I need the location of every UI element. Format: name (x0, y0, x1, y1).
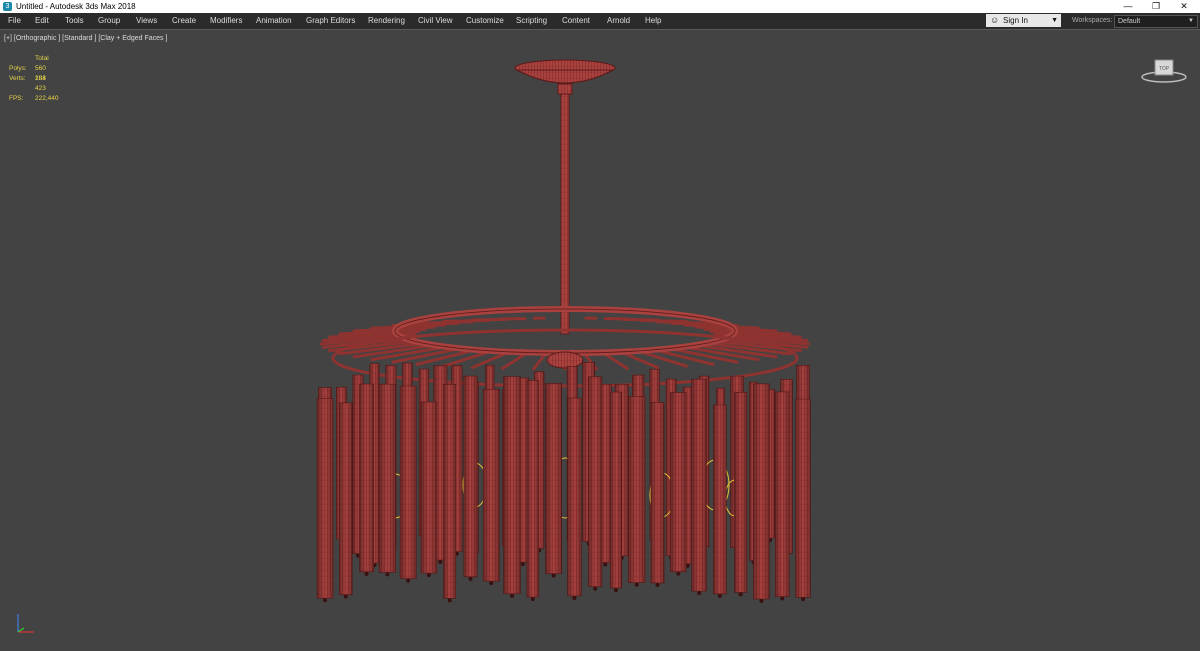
menu-civil-view[interactable]: Civil View (418, 13, 453, 29)
window-title: Untitled - Autodesk 3ds Max 2018 (16, 0, 136, 13)
menu-file[interactable]: File (8, 13, 21, 29)
menu-group[interactable]: Group (98, 13, 120, 29)
menu-arnold[interactable]: Arnold (607, 13, 630, 29)
chevron-down-icon: ▼ (1188, 16, 1194, 27)
workspace-select[interactable]: Default ▼ (1114, 15, 1198, 28)
menu-content[interactable]: Content (562, 13, 590, 29)
user-icon: ☺ (990, 14, 999, 27)
sign-in-button[interactable]: ☺ Sign In ▼ (986, 14, 1061, 27)
axis-tripod-icon (10, 610, 40, 640)
menu-create[interactable]: Create (172, 13, 196, 29)
menu-modifiers[interactable]: Modifiers (210, 13, 242, 29)
viewcube-label: TOP (1159, 66, 1170, 72)
sign-in-label: Sign In (1003, 14, 1028, 27)
menu-edit[interactable]: Edit (35, 13, 49, 29)
chandelier-model[interactable] (0, 30, 1200, 651)
title-bar: 3 Untitled - Autodesk 3ds Max 2018 — ❐ ✕ (0, 0, 1200, 13)
center-hub (547, 352, 583, 368)
menu-tools[interactable]: Tools (65, 13, 84, 29)
ceiling-canopy (515, 60, 615, 94)
front-crystal-rods (317, 376, 810, 603)
menu-rendering[interactable]: Rendering (368, 13, 405, 29)
menu-scripting[interactable]: Scripting (516, 13, 547, 29)
viewcube-widget[interactable]: TOP (1140, 55, 1188, 85)
workspaces-label: Workspaces: (1072, 13, 1112, 29)
workspace-value: Default (1118, 16, 1140, 27)
restore-button[interactable]: ❐ (1142, 0, 1170, 13)
menu-animation[interactable]: Animation (256, 13, 292, 29)
chevron-down-icon: ▼ (1051, 14, 1058, 27)
menu-bar: File Edit Tools Group Views Create Modif… (0, 13, 1200, 29)
menu-graph-editors[interactable]: Graph Editors (306, 13, 355, 29)
app-icon[interactable]: 3 (3, 2, 12, 11)
minimize-button[interactable]: — (1114, 0, 1142, 13)
down-rod (561, 94, 569, 334)
viewport-orthographic[interactable]: [+] [Orthographic ] [Standard ] [Clay + … (0, 29, 1200, 651)
menu-customize[interactable]: Customize (466, 13, 504, 29)
close-button[interactable]: ✕ (1170, 0, 1198, 13)
menu-views[interactable]: Views (136, 13, 157, 29)
menu-help[interactable]: Help (645, 13, 661, 29)
